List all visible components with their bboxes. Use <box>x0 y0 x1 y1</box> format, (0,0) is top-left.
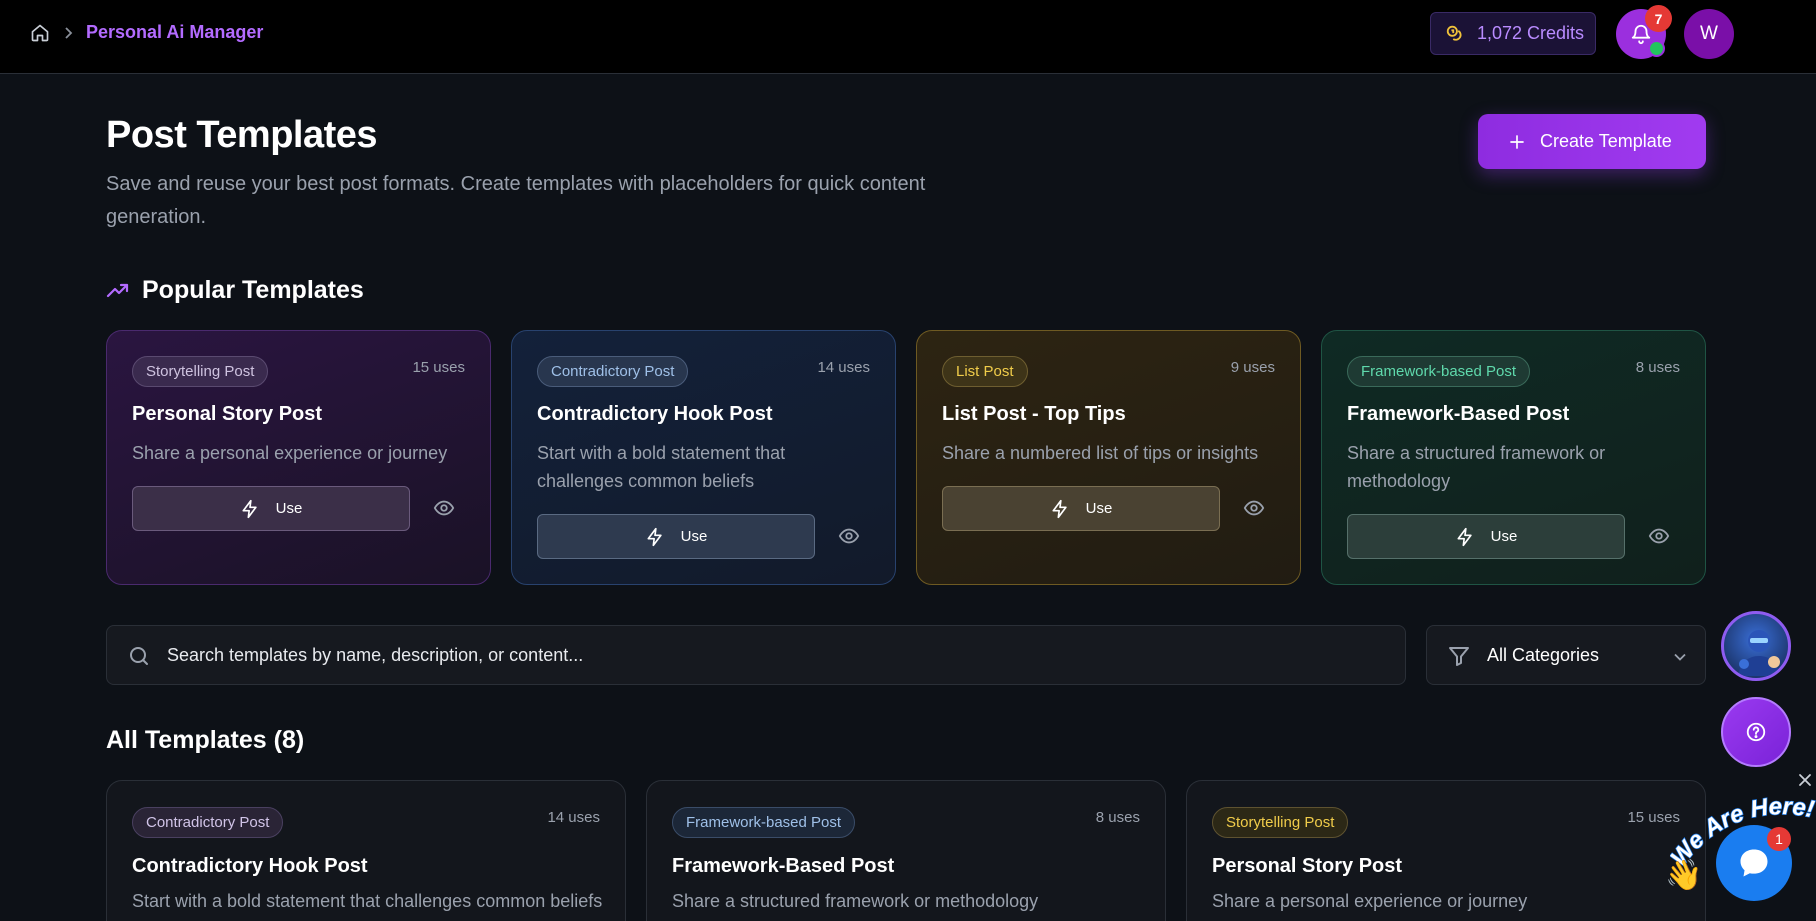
uses-count: 14 uses <box>817 359 870 376</box>
use-template-button[interactable]: Use <box>132 486 410 531</box>
online-status-dot <box>1648 40 1665 57</box>
popular-templates-heading: Popular Templates <box>106 276 364 305</box>
template-description: Share a numbered list of tips or insight… <box>942 443 1259 463</box>
eye-icon[interactable] <box>1243 497 1265 519</box>
popular-template-card[interactable]: List Post 9 uses List Post - Top Tips Sh… <box>916 330 1301 585</box>
uses-count: 15 uses <box>412 359 465 376</box>
eye-icon[interactable] <box>838 525 860 547</box>
trending-up-icon <box>106 283 129 297</box>
template-title: List Post - Top Tips <box>942 403 1126 425</box>
zap-icon <box>242 499 257 518</box>
uses-count: 9 uses <box>1230 359 1275 376</box>
category-filter-select[interactable]: All Categories <box>1426 625 1706 685</box>
search-input[interactable] <box>167 626 1387 684</box>
template-title: Personal Story Post <box>132 403 323 425</box>
eye-icon[interactable] <box>1648 525 1670 547</box>
close-icon[interactable] <box>1798 773 1812 787</box>
category-badge: Storytelling Post <box>1212 807 1349 838</box>
notifications-badge: 7 <box>1645 5 1672 32</box>
assistant-avatar-button[interactable] <box>1721 611 1791 681</box>
credits-button[interactable]: 1,072 Credits <box>1430 12 1596 55</box>
uses-count: 8 uses <box>1635 359 1680 376</box>
template-card[interactable]: Storytelling Post 15 uses Personal Story… <box>1186 780 1706 921</box>
template-card[interactable]: Contradictory Post 14 uses Contradictory… <box>106 780 626 921</box>
popular-template-card[interactable]: Contradictory Post 14 uses Contradictory… <box>511 330 896 585</box>
template-description: Share a structured framework or methodol… <box>1347 443 1606 491</box>
chat-icon <box>1740 849 1768 877</box>
page-subtitle: Save and reuse your best post formats. C… <box>106 173 926 228</box>
zap-icon <box>647 527 662 546</box>
use-template-button[interactable]: Use <box>1347 514 1625 559</box>
template-title: Contradictory Hook Post <box>537 403 773 425</box>
plus-icon <box>1510 134 1524 149</box>
coins-icon <box>1446 25 1462 41</box>
template-card[interactable]: Framework-based Post 8 uses Framework-Ba… <box>646 780 1166 921</box>
filter-icon <box>1449 647 1469 666</box>
credits-label: 1,072 Credits <box>1477 23 1585 43</box>
chevron-down-icon <box>1674 653 1686 661</box>
create-template-label: Create Template <box>1540 131 1672 151</box>
category-badge: Contradictory Post <box>132 807 284 838</box>
help-icon <box>1746 722 1766 742</box>
chat-unread-badge: 1 <box>1767 827 1791 851</box>
template-title: Framework-Based Post <box>1347 403 1570 425</box>
template-description: Start with a bold statement that challen… <box>132 891 603 911</box>
breadcrumb-title[interactable]: Personal Ai Manager <box>86 22 263 43</box>
category-badge: Framework-based Post <box>672 807 856 838</box>
use-label: Use <box>1085 500 1113 517</box>
category-badge: Contradictory Post <box>537 356 689 387</box>
popular-templates-title: Popular Templates <box>142 276 364 304</box>
zap-icon <box>1457 527 1472 546</box>
search-icon <box>130 647 148 665</box>
popular-template-card[interactable]: Storytelling Post 15 uses Personal Story… <box>106 330 491 585</box>
use-label: Use <box>680 528 708 545</box>
create-template-button[interactable]: Create Template <box>1478 114 1706 169</box>
template-description: Share a structured framework or methodol… <box>672 891 1039 911</box>
chevron-right-icon <box>65 27 73 39</box>
top-bar: Personal Ai Manager 1,072 Credits 7 W <box>0 0 1816 74</box>
user-avatar[interactable]: W <box>1684 9 1734 59</box>
uses-count: 8 uses <box>1095 809 1140 826</box>
page-title: Post Templates <box>106 114 378 156</box>
template-description: Share a personal experience or journey <box>1212 891 1528 911</box>
category-badge: Storytelling Post <box>132 356 269 387</box>
help-button[interactable] <box>1721 697 1791 767</box>
template-title: Personal Story Post <box>1212 855 1403 877</box>
use-label: Use <box>1490 528 1518 545</box>
use-template-button[interactable]: Use <box>537 514 815 559</box>
use-template-button[interactable]: Use <box>942 486 1220 531</box>
assistant-avatar-icon <box>1738 630 1780 676</box>
template-description: Share a personal experience or journey <box>132 443 448 463</box>
eye-icon[interactable] <box>433 497 455 519</box>
use-label: Use <box>275 500 303 517</box>
waving-hand-icon: 👋 <box>1665 859 1703 892</box>
category-badge: List Post <box>942 356 1028 387</box>
category-badge: Framework-based Post <box>1347 356 1531 387</box>
zap-icon <box>1052 499 1067 518</box>
category-filter-value: All Categories <box>1487 645 1600 665</box>
uses-count: 14 uses <box>547 809 600 826</box>
search-bar <box>106 625 1406 685</box>
home-icon[interactable] <box>30 23 50 43</box>
all-templates-heading: All Templates (8) <box>106 726 305 754</box>
popular-template-card[interactable]: Framework-based Post 8 uses Framework-Ba… <box>1321 330 1706 585</box>
template-title: Contradictory Hook Post <box>132 855 368 877</box>
template-description: Start with a bold statement that challen… <box>537 443 786 491</box>
template-title: Framework-Based Post <box>672 855 895 877</box>
